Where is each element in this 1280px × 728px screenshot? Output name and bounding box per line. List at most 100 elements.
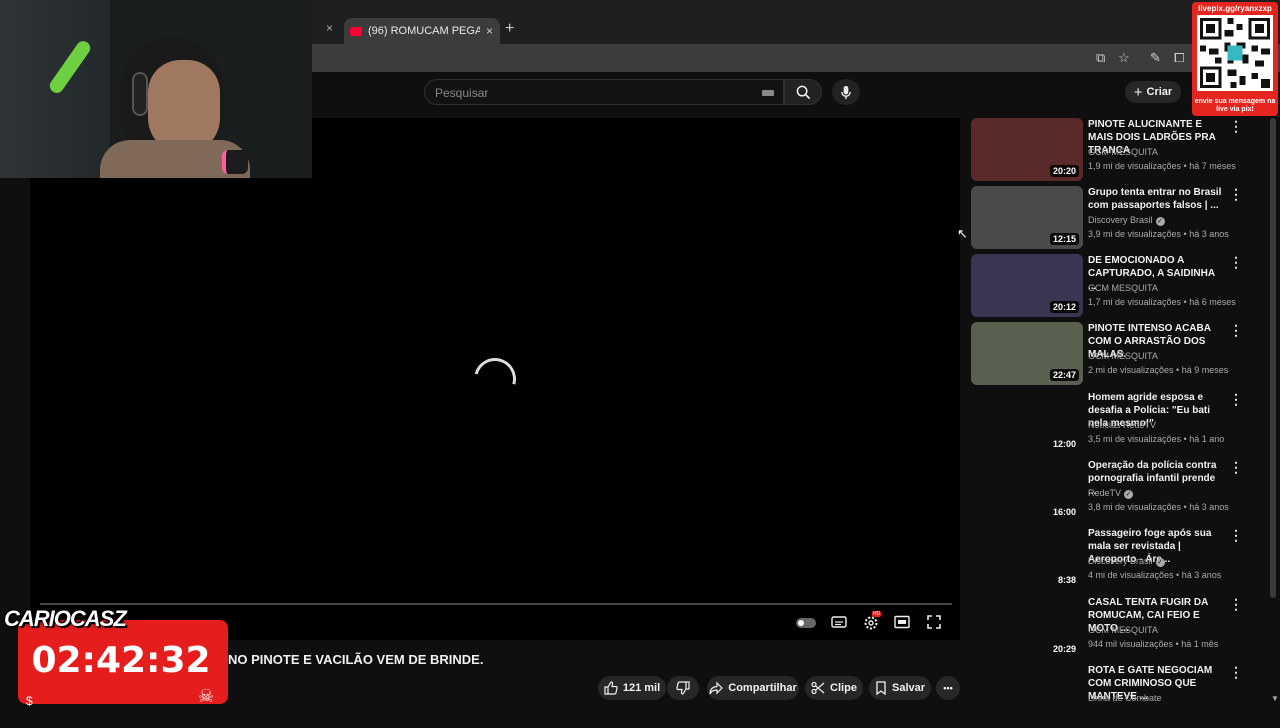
scroll-down-arrow-icon[interactable]: ▼ xyxy=(1271,694,1279,703)
recommendation-item[interactable]: 16:00 Operação da polícia contra pornogra… xyxy=(971,459,1261,523)
channel-name-row[interactable]: GCM MESQUITA xyxy=(1088,147,1158,157)
tab-title: (96) ROMUCAM PEGA EMOCIO xyxy=(368,25,480,37)
mic-icon xyxy=(841,85,851,99)
subtitles-icon[interactable] xyxy=(831,615,847,634)
recommendation-item[interactable]: 20:12 DE EMOCIONADO A CAPTURADO, A SAIDIN… xyxy=(971,254,1261,318)
qr-code-icon xyxy=(1197,15,1273,91)
progress-bar[interactable] xyxy=(40,603,952,605)
recommendation-item[interactable]: 20:29 CASAL TENTA FUGIR DA ROMUCAM, CAI F… xyxy=(971,596,1261,660)
more-options-icon[interactable]: ⋮ xyxy=(1229,322,1243,339)
channel-name[interactable]: Discovery Brasil xyxy=(1088,215,1153,225)
create-button[interactable]: + Criar xyxy=(1125,81,1181,103)
video-thumbnail[interactable]: 20:20 xyxy=(971,118,1083,181)
more-options-icon[interactable]: ⋮ xyxy=(1229,527,1243,544)
video-thumbnail[interactable] xyxy=(971,664,1083,727)
channel-name-row[interactable]: Linha de Combate xyxy=(1088,693,1162,703)
pix-qr-overlay: livepix.gg/ryanxzxp envie sua mensagem n… xyxy=(1192,2,1278,116)
video-thumbnail[interactable]: 8:38 xyxy=(971,527,1083,590)
channel-name[interactable]: GCM MESQUITA xyxy=(1088,147,1158,157)
new-tab-button[interactable]: + xyxy=(505,20,514,38)
video-duration: 12:15 xyxy=(1049,233,1079,245)
mouse-cursor-icon: ↖ xyxy=(957,226,968,241)
video-duration: 20:20 xyxy=(1049,165,1079,177)
fullscreen-icon[interactable] xyxy=(927,615,941,634)
like-button[interactable]: 121 mil xyxy=(598,676,666,700)
more-options-icon[interactable]: ⋮ xyxy=(1229,664,1243,681)
channel-name-row[interactable]: Notícias RedeTV xyxy=(1088,420,1156,430)
hd-badge: HD xyxy=(872,611,882,617)
puzzle-extensions-icon[interactable]: ⧠ xyxy=(1174,50,1184,66)
channel-name[interactable]: Discovery Brasil xyxy=(1088,556,1153,566)
video-thumbnail[interactable]: 22:47 xyxy=(971,322,1083,385)
channel-name[interactable]: GCM MESQUITA xyxy=(1088,351,1158,361)
keyboard-icon[interactable] xyxy=(762,90,774,96)
recommendation-item[interactable]: 8:38 Passageiro foge após sua mala ser re… xyxy=(971,527,1261,591)
sidebar-scrollbar[interactable] xyxy=(1270,118,1276,598)
recommendation-item[interactable]: 12:15 Grupo tenta entrar no Brasil com pa… xyxy=(971,186,1261,250)
channel-name[interactable]: GCM MESQUITA xyxy=(1088,625,1158,635)
channel-name[interactable]: GCM MESQUITA xyxy=(1088,283,1158,293)
view-count-and-age: 3,8 mi de visualizações • há 3 anos xyxy=(1088,502,1229,512)
clip-button[interactable]: Clipe xyxy=(805,676,863,700)
channel-name-row[interactable]: Discovery Brasil ✓ xyxy=(1088,556,1165,567)
share-icon xyxy=(709,681,724,695)
timer-brand-label: CARIOCASZ xyxy=(4,606,127,631)
channel-name-row[interactable]: GCM MESQUITA xyxy=(1088,625,1158,635)
more-options-icon[interactable]: ⋮ xyxy=(1229,186,1243,203)
recommendation-title[interactable]: Grupo tenta entrar no Brasil com passapo… xyxy=(1088,186,1224,212)
active-tab[interactable]: (96) ROMUCAM PEGA EMOCIO × xyxy=(344,18,500,44)
more-options-icon[interactable]: ⋮ xyxy=(1229,459,1243,476)
search-input[interactable]: Pesquisar xyxy=(424,79,784,105)
recommendation-item[interactable]: ROTA E GATE NEGOCIAM COM CRIMINOSO QUE M… xyxy=(971,664,1261,728)
video-thumbnail[interactable]: 12:00 xyxy=(971,391,1083,454)
tab-close-icon[interactable]: × xyxy=(326,21,333,35)
video-thumbnail[interactable]: 20:29 xyxy=(971,596,1083,659)
autoplay-toggle-icon[interactable] xyxy=(796,618,816,628)
channel-name-row[interactable]: GCM MESQUITA xyxy=(1088,351,1158,361)
bookmark-icon xyxy=(876,681,886,695)
voice-search-button[interactable] xyxy=(832,79,860,105)
verified-check-icon: ✓ xyxy=(1124,490,1134,499)
search-icon xyxy=(796,85,810,99)
more-options-icon[interactable]: ⋮ xyxy=(1229,118,1243,135)
stream-timer-overlay: 02:42:32 ☠ $ xyxy=(18,620,228,708)
more-dots-icon: ••• xyxy=(943,683,953,693)
channel-name[interactable]: Notícias RedeTV xyxy=(1088,420,1156,430)
qr-top-text: livepix.gg/ryanxzxp xyxy=(1198,4,1272,13)
save-label: Salvar xyxy=(891,682,926,694)
more-actions-button[interactable]: ••• xyxy=(936,676,960,700)
verified-check-icon: ✓ xyxy=(1155,558,1165,567)
channel-name-row[interactable]: RedeTV ✓ xyxy=(1088,488,1134,499)
share-button[interactable]: Compartilhar xyxy=(707,676,799,700)
skull-icon: ☠ xyxy=(198,686,215,706)
recommendation-item[interactable]: 20:20 PINOTE ALUCINANTE E MAIS DOIS LADRÕ… xyxy=(971,118,1261,182)
dislike-button[interactable] xyxy=(667,676,699,700)
video-thumbnail[interactable]: 20:12 xyxy=(971,254,1083,317)
channel-name-row[interactable]: GCM MESQUITA xyxy=(1088,283,1158,293)
more-options-icon[interactable]: ⋮ xyxy=(1229,391,1243,408)
more-options-icon[interactable]: ⋮ xyxy=(1229,596,1243,613)
tab-close-icon[interactable]: × xyxy=(486,24,493,38)
miniplayer-icon[interactable] xyxy=(894,615,910,634)
video-duration: 20:12 xyxy=(1049,301,1079,313)
extension-icon[interactable]: ✎ xyxy=(1150,50,1161,66)
recommendation-item[interactable]: 22:47 PINOTE INTENSO ACABA COM O ARRASTÃO… xyxy=(971,322,1261,386)
video-duration: 8:38 xyxy=(1057,575,1076,585)
recommendation-item[interactable]: 12:00 Homem agride esposa e desafia a Pol… xyxy=(971,391,1261,455)
view-count-and-age: 1,7 mi de visualizações • há 6 meses xyxy=(1088,297,1236,307)
channel-name[interactable]: RedeTV xyxy=(1088,488,1121,498)
share-label: Compartilhar xyxy=(728,682,797,694)
dollar-icon: $ xyxy=(26,694,33,708)
video-thumbnail[interactable]: 12:15 xyxy=(971,186,1083,249)
channel-name[interactable]: Linha de Combate xyxy=(1088,693,1162,703)
bookmark-star-icon[interactable]: ☆ xyxy=(1118,50,1130,66)
save-button[interactable]: Salvar xyxy=(869,676,931,700)
view-count-and-age: 2 mi de visualizações • há 9 meses xyxy=(1088,365,1229,375)
channel-name-row[interactable]: Discovery Brasil ✓ xyxy=(1088,215,1165,226)
search-button[interactable] xyxy=(784,79,822,105)
video-thumbnail[interactable]: 16:00 xyxy=(971,459,1083,522)
settings-icon[interactable]: HD xyxy=(863,611,882,636)
more-options-icon[interactable]: ⋮ xyxy=(1229,254,1243,271)
install-app-icon[interactable]: ⧉ xyxy=(1096,50,1105,66)
thumbs-down-icon xyxy=(676,681,690,695)
